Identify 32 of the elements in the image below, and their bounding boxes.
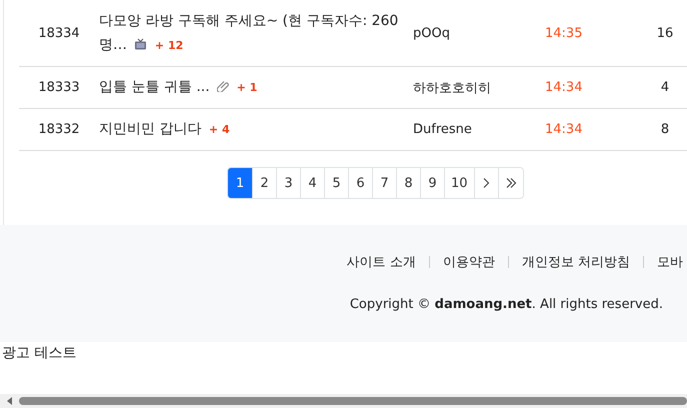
author-name[interactable]: Dufresne xyxy=(413,122,545,137)
view-count: 4 xyxy=(660,80,670,95)
post-time: 14:35 xyxy=(545,26,584,40)
comment-count: + 1 xyxy=(236,81,258,94)
footer-link[interactable]: 이용약관 xyxy=(442,253,495,271)
double-chevron-right-icon xyxy=(504,177,517,189)
footer-link[interactable]: 모바 xyxy=(657,253,683,271)
post-title-link[interactable]: 지민비민 갑니다 + 4 xyxy=(99,117,405,142)
post-time: 14:34 xyxy=(545,122,584,137)
paperclip-icon xyxy=(217,80,230,92)
post-number: 18332 xyxy=(37,122,81,137)
last-page-button[interactable] xyxy=(498,168,523,198)
comment-count: + 4 xyxy=(208,123,230,136)
author-name[interactable]: pOOq xyxy=(413,26,545,40)
post-title-link[interactable]: 입틀 눈틀 귀틀 ... + 1 xyxy=(99,75,405,100)
scroll-left-icon[interactable] xyxy=(6,396,14,406)
page-button[interactable]: 1 xyxy=(228,168,252,198)
post-time: 14:34 xyxy=(545,80,584,95)
view-count: 16 xyxy=(656,26,674,40)
post-title-link[interactable]: 다모앙 라방 구독해 주세요~ (현 구독자수: 260명… + 12 xyxy=(99,8,405,58)
tv-icon xyxy=(134,38,148,50)
post-number: 18333 xyxy=(37,80,81,95)
post-number: 18334 xyxy=(37,26,81,40)
chevron-right-icon xyxy=(482,177,490,189)
footer-link[interactable]: 사이트 소개 xyxy=(346,253,416,271)
ad-text: 광고 테스트 xyxy=(1,344,78,363)
author-name[interactable]: 하하호호히히 xyxy=(413,78,545,96)
copyright-text: Copyright © damoang.net. All rights reserved. xyxy=(350,297,663,312)
footer-link[interactable]: 개인정보 처리방침 xyxy=(522,253,630,271)
scrollbar-thumb[interactable] xyxy=(19,397,687,405)
comment-count: + 12 xyxy=(154,38,184,52)
view-count: 8 xyxy=(660,122,670,137)
